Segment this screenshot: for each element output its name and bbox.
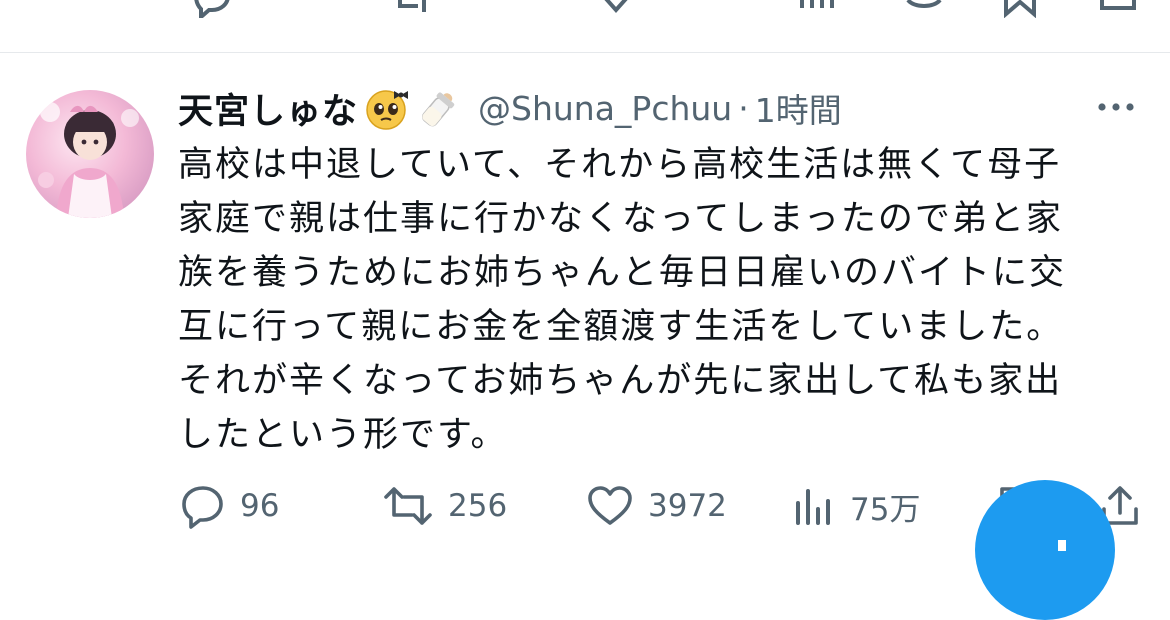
timestamp[interactable]: 1時間 <box>755 84 842 132</box>
like-count: 3972 <box>648 488 727 524</box>
retweet-icon <box>384 487 432 525</box>
avatar[interactable] <box>26 90 154 218</box>
more-icon[interactable] <box>1092 92 1140 122</box>
display-name[interactable]: 天宮しゅな <box>178 83 358 134</box>
views-icon <box>796 489 830 525</box>
tweet-text: 高校は中退していて、それから高校生活は無くて母子 家庭で親は仕事に行かなくなって… <box>178 145 1067 455</box>
pleading-face-with-bow-emoji <box>366 90 409 130</box>
bookmark-icon[interactable] <box>1000 0 1040 18</box>
reply-icon <box>182 486 223 529</box>
retweet-count: 256 <box>448 488 508 524</box>
avatar-image <box>38 102 139 218</box>
reply-button[interactable]: 96 <box>180 478 279 534</box>
previous-tweet-actions <box>0 0 1170 52</box>
tweet-header: 天宮しゅな @Shuna_Pchuu · 1時間 <box>178 80 842 136</box>
divider <box>0 52 1170 53</box>
like-button[interactable]: 3972 <box>586 478 727 534</box>
views-count: 75万 <box>850 491 921 528</box>
plus-icon <box>1058 540 1066 551</box>
reply-icon[interactable] <box>192 0 232 18</box>
reply-count: 96 <box>240 488 280 524</box>
retweet-button[interactable]: 256 <box>382 478 507 534</box>
handle[interactable]: @Shuna_Pchuu <box>478 89 732 128</box>
share-icon[interactable] <box>1098 0 1138 18</box>
views-button[interactable]: 75万 <box>792 478 920 534</box>
views-icon[interactable] <box>796 0 836 18</box>
compose-fab[interactable] <box>975 480 1115 620</box>
baby-bottle-emoji <box>421 92 455 127</box>
separator: · <box>738 88 749 128</box>
grok-icon[interactable] <box>904 0 944 18</box>
like-icon[interactable] <box>596 0 636 18</box>
like-icon <box>588 486 632 525</box>
retweet-icon[interactable] <box>392 0 432 18</box>
